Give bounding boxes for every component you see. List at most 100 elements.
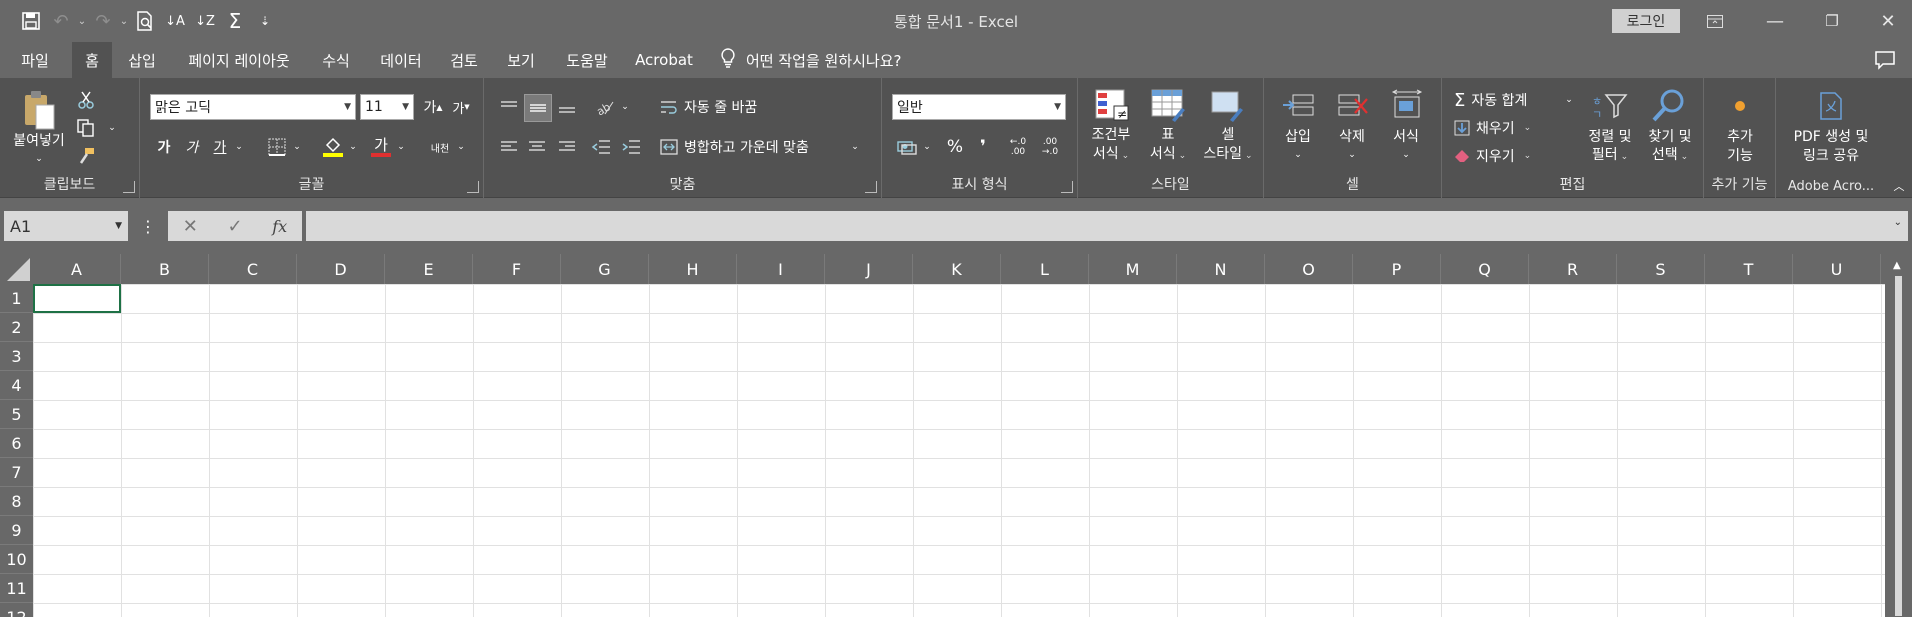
format-as-table-label-1[interactable]: 표 bbox=[1140, 126, 1196, 145]
increase-decimal-button[interactable]: ←.0 .00 bbox=[1004, 134, 1032, 160]
font-name-dropdown[interactable]: 맑은 고딕 ▼ bbox=[150, 94, 356, 120]
tell-me-search[interactable]: 어떤 작업을 원하시나요? bbox=[720, 42, 902, 78]
column-header[interactable]: K bbox=[913, 254, 1001, 284]
tab-formulas[interactable]: 수식 bbox=[312, 42, 360, 78]
align-center-icon[interactable] bbox=[524, 134, 550, 160]
row-header[interactable]: 5 bbox=[0, 400, 33, 429]
sort-ascending-icon[interactable]: ↓A bbox=[160, 8, 190, 34]
create-pdf-label-1[interactable]: PDF 생성 및 bbox=[1776, 128, 1886, 147]
column-header[interactable]: G bbox=[561, 254, 649, 284]
orientation-dropdown-icon[interactable]: ⌄ bbox=[618, 94, 632, 120]
row-header[interactable]: 9 bbox=[0, 516, 33, 545]
font-color-button[interactable]: 가 bbox=[368, 134, 394, 160]
bold-button[interactable]: 가 bbox=[152, 134, 176, 160]
tab-help[interactable]: 도움말 bbox=[556, 42, 618, 78]
restore-button[interactable]: ❐ bbox=[1812, 6, 1852, 36]
column-header[interactable]: J bbox=[825, 254, 913, 284]
ribbon-display-options-icon[interactable] bbox=[1695, 6, 1735, 36]
column-header[interactable]: N bbox=[1177, 254, 1265, 284]
redo-icon[interactable]: ↷ bbox=[88, 8, 118, 34]
row-header[interactable]: 1 bbox=[0, 284, 33, 313]
column-header[interactable]: M bbox=[1089, 254, 1177, 284]
column-header[interactable]: I bbox=[737, 254, 825, 284]
phonetic-dropdown-icon[interactable]: ⌄ bbox=[454, 134, 468, 160]
cancel-icon[interactable]: ✕ bbox=[183, 216, 198, 237]
fill-color-dropdown-icon[interactable]: ⌄ bbox=[346, 134, 360, 160]
format-cells-dropdown-icon[interactable]: ⌄ bbox=[1380, 146, 1432, 165]
copy-icon[interactable] bbox=[74, 116, 98, 140]
underline-button[interactable]: 가 bbox=[208, 134, 232, 160]
align-bottom-icon[interactable] bbox=[554, 94, 580, 120]
conditional-formatting-icon[interactable]: ≠ bbox=[1086, 86, 1138, 124]
delete-cells-label[interactable]: 삭제 bbox=[1326, 128, 1378, 147]
row-header[interactable]: 12 bbox=[0, 603, 33, 617]
create-pdf-icon[interactable] bbox=[1814, 90, 1848, 122]
minimize-button[interactable]: — bbox=[1755, 6, 1795, 36]
column-header[interactable]: E bbox=[385, 254, 473, 284]
column-header[interactable]: A bbox=[33, 254, 121, 284]
column-header[interactable]: Q bbox=[1441, 254, 1529, 284]
create-pdf-label-2[interactable]: 링크 공유 bbox=[1776, 147, 1886, 166]
decrease-decimal-button[interactable]: .00 →.0 bbox=[1036, 134, 1064, 160]
column-header[interactable]: C bbox=[209, 254, 297, 284]
row-header[interactable]: 6 bbox=[0, 429, 33, 458]
column-header[interactable]: S bbox=[1617, 254, 1705, 284]
tab-page-layout[interactable]: 페이지 레이아웃 bbox=[176, 42, 302, 78]
copy-dropdown-icon[interactable]: ⌄ bbox=[104, 118, 120, 138]
cell-area[interactable] bbox=[33, 284, 1885, 617]
save-icon[interactable] bbox=[16, 8, 46, 34]
row-header[interactable]: 8 bbox=[0, 487, 33, 516]
font-size-dropdown[interactable]: 11 ▼ bbox=[360, 94, 414, 120]
italic-button[interactable]: 가 bbox=[180, 134, 204, 160]
orientation-icon[interactable]: ab bbox=[592, 94, 618, 120]
sort-descending-icon[interactable]: ↓Z bbox=[190, 8, 220, 34]
column-header[interactable]: P bbox=[1353, 254, 1441, 284]
decrease-font-size-button[interactable]: 가 ▼ bbox=[448, 94, 474, 120]
clipboard-launcher-icon[interactable] bbox=[123, 181, 135, 193]
borders-icon[interactable] bbox=[264, 134, 290, 160]
alignment-launcher-icon[interactable] bbox=[865, 181, 877, 193]
column-header[interactable]: O bbox=[1265, 254, 1353, 284]
customize-qat-icon[interactable]: ⇣ bbox=[250, 8, 280, 34]
close-button[interactable]: ✕ bbox=[1868, 6, 1908, 36]
cell-styles-icon[interactable] bbox=[1202, 86, 1250, 124]
addins-label-1[interactable]: 추가 bbox=[1704, 128, 1776, 147]
format-painter-icon[interactable] bbox=[74, 144, 98, 168]
scrollbar-thumb[interactable] bbox=[1895, 276, 1902, 616]
row-header[interactable]: 10 bbox=[0, 545, 33, 574]
format-cells-label[interactable]: 서식 bbox=[1380, 128, 1432, 147]
comma-style-button[interactable]: ❜ bbox=[970, 134, 996, 160]
align-top-icon[interactable] bbox=[496, 94, 522, 120]
conditional-formatting-label-1[interactable]: 조건부 bbox=[1082, 126, 1140, 145]
number-format-dropdown[interactable]: 일반 ▼ bbox=[892, 94, 1066, 120]
tab-home[interactable]: 홈 bbox=[72, 42, 112, 78]
undo-icon[interactable]: ↶ bbox=[46, 8, 76, 34]
name-box[interactable]: A1 ▼ bbox=[4, 211, 128, 241]
tab-view[interactable]: 보기 bbox=[496, 42, 546, 78]
vertical-scrollbar[interactable]: ▲ bbox=[1885, 254, 1912, 617]
row-header[interactable]: 11 bbox=[0, 574, 33, 603]
scroll-up-icon[interactable]: ▲ bbox=[1893, 260, 1901, 271]
align-left-icon[interactable] bbox=[496, 134, 522, 160]
sort-filter-label-1[interactable]: 정렬 및 bbox=[1578, 128, 1642, 147]
insert-function-icon[interactable]: fx bbox=[272, 217, 287, 236]
column-header[interactable]: T bbox=[1705, 254, 1793, 284]
insert-cells-dropdown-icon[interactable]: ⌄ bbox=[1272, 146, 1324, 165]
row-header[interactable]: 4 bbox=[0, 371, 33, 400]
addins-icon[interactable] bbox=[1722, 94, 1758, 118]
comments-icon[interactable] bbox=[1874, 50, 1896, 70]
underline-dropdown-icon[interactable]: ⌄ bbox=[232, 134, 246, 160]
collapse-ribbon-icon[interactable]: ︿ bbox=[1890, 178, 1908, 194]
find-select-label-1[interactable]: 찾기 및 bbox=[1638, 128, 1702, 147]
format-as-table-label-2[interactable]: 서식 ⌄ bbox=[1140, 145, 1196, 166]
formula-input[interactable]: ⌄ bbox=[306, 211, 1908, 241]
fill-color-icon[interactable] bbox=[320, 134, 346, 160]
merge-dropdown-icon[interactable]: ⌄ bbox=[848, 134, 862, 160]
percent-style-button[interactable]: % bbox=[942, 134, 968, 160]
column-header[interactable]: F bbox=[473, 254, 561, 284]
clear-button[interactable]: 지우기 ⌄ bbox=[1454, 144, 1544, 168]
autosum-dropdown-icon[interactable]: ⌄ bbox=[1562, 88, 1576, 112]
increase-indent-icon[interactable] bbox=[618, 134, 644, 160]
column-header[interactable]: H bbox=[649, 254, 737, 284]
column-header[interactable]: B bbox=[121, 254, 209, 284]
